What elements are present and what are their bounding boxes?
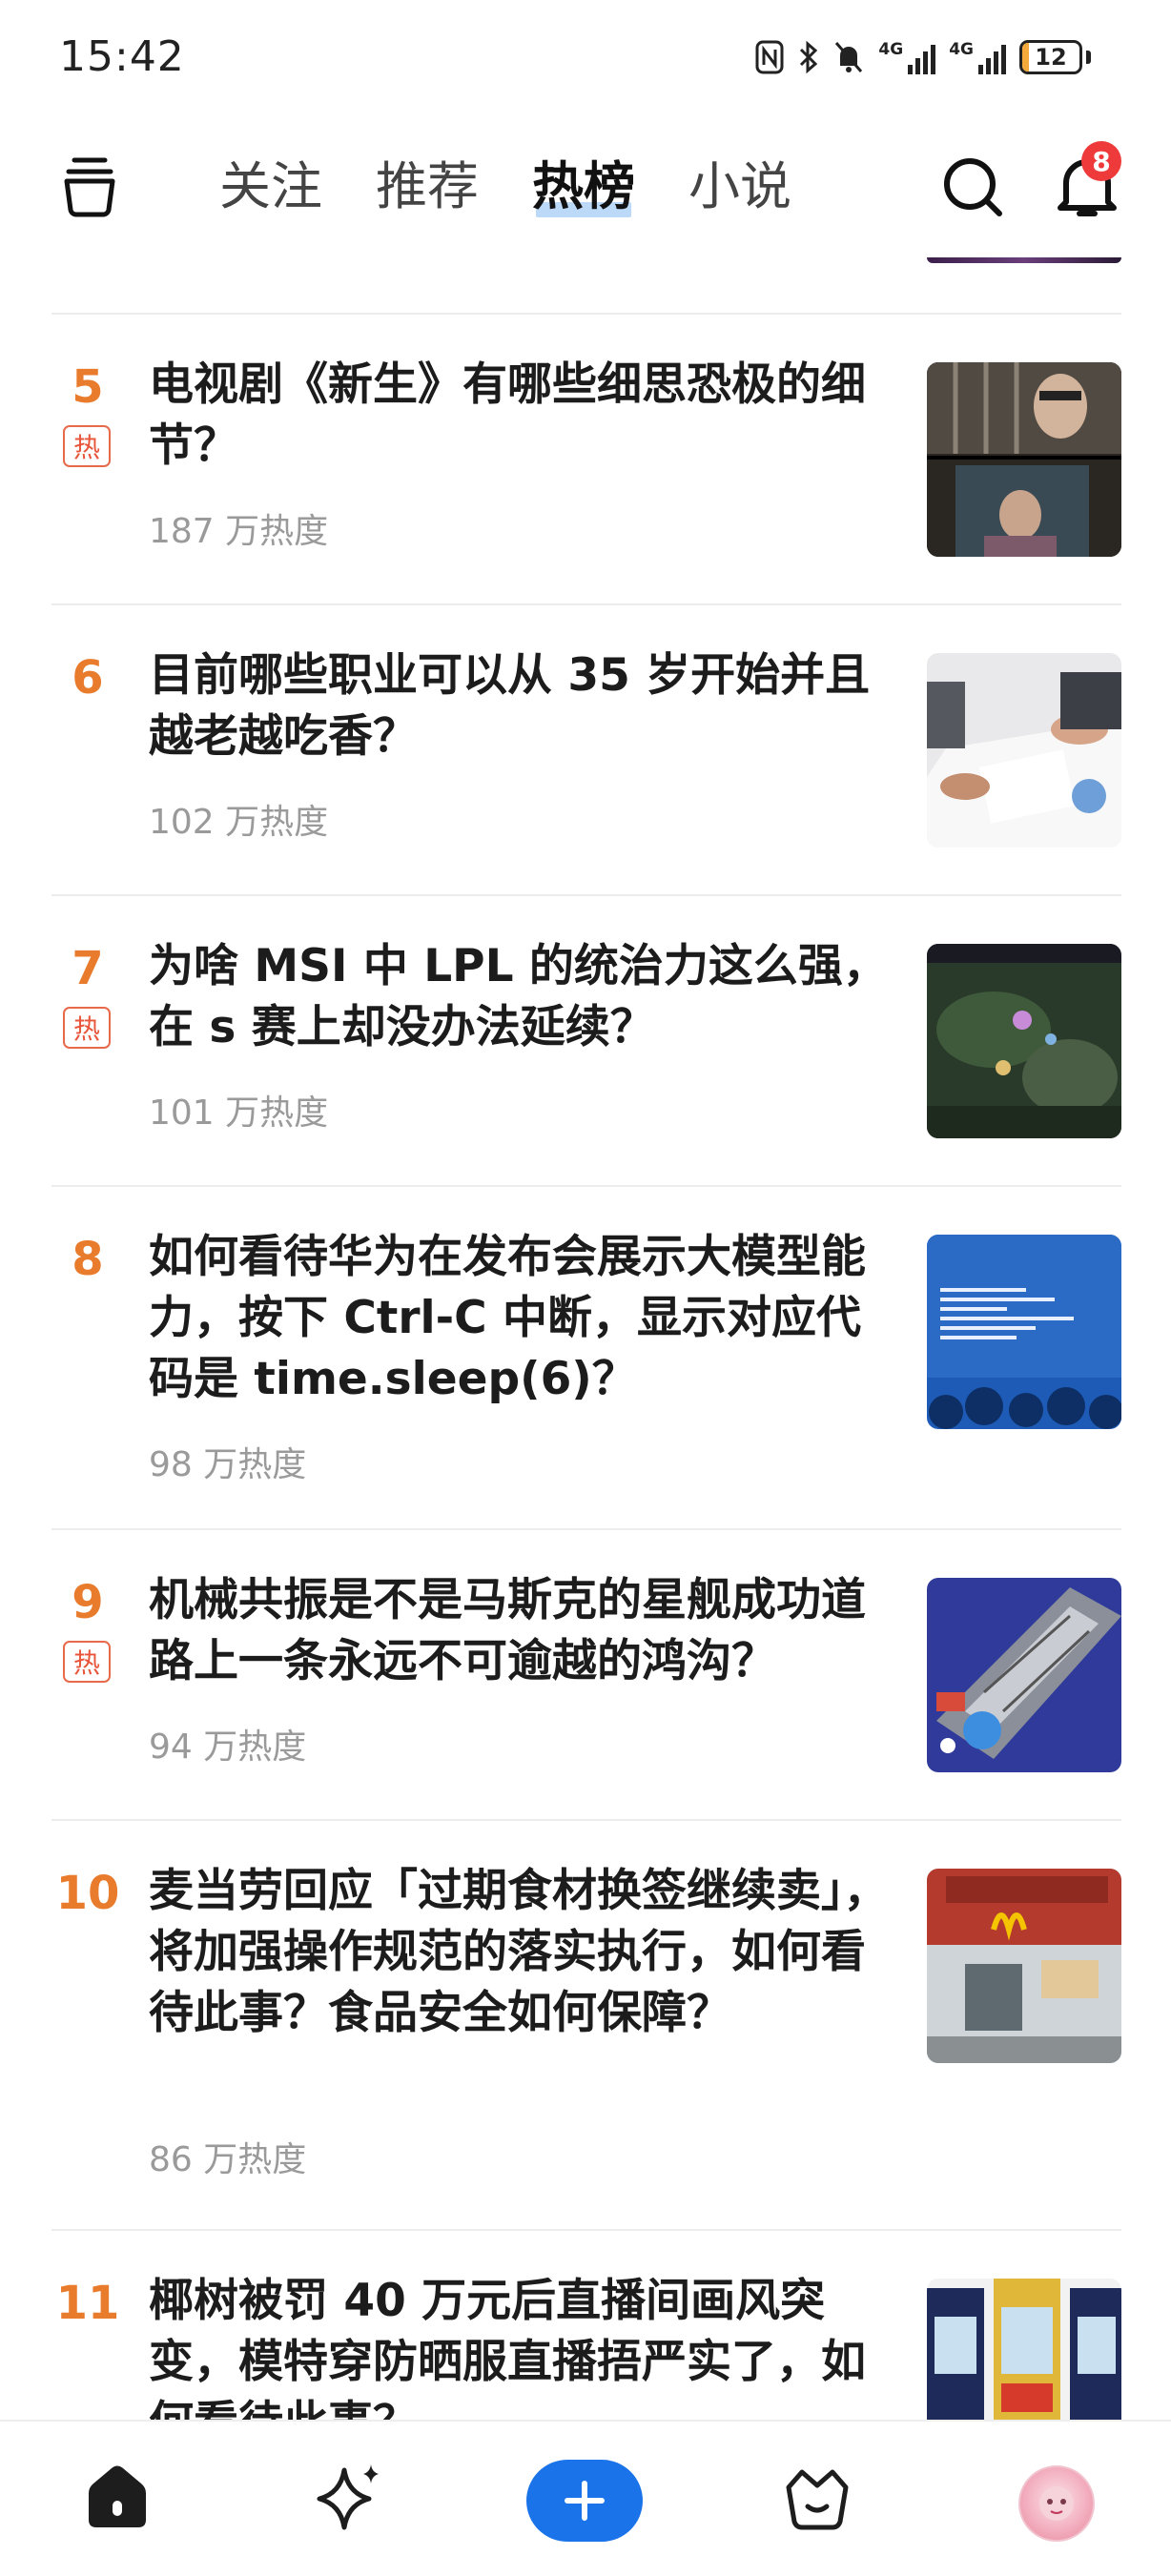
sparkle-icon — [317, 2464, 379, 2530]
thumbnail-image[interactable] — [927, 2279, 1121, 2420]
notification-badge: 8 — [1081, 141, 1121, 181]
rank-number: 8 — [72, 1233, 104, 1286]
heat-count: 98 万热度 — [149, 1445, 307, 1484]
thumbnail-image[interactable] — [927, 653, 1121, 848]
bluetooth-icon — [800, 40, 818, 74]
rank-number: 7 — [72, 942, 104, 995]
list-item[interactable]: 11 椰树被罚 40 万元后直播间画风突变，模特穿防晒服直播捂严实了，如何看待此… — [0, 2231, 1171, 2420]
tab-hot-list[interactable]: 热榜 — [532, 153, 635, 221]
plus-icon — [565, 2481, 605, 2521]
signal-icon: 4G — [878, 40, 936, 74]
heat-count: 101 万热度 — [149, 1094, 329, 1133]
previous-item-thumbnail[interactable] — [927, 257, 1121, 263]
nav-home[interactable] — [74, 2454, 160, 2540]
nav-discover[interactable] — [307, 2454, 393, 2540]
thumbnail-image[interactable] — [927, 944, 1121, 1138]
hot-badge: 热 — [63, 425, 111, 467]
hot-badge: 热 — [63, 1007, 111, 1049]
rank-number: 10 — [55, 1867, 120, 1920]
heat-count: 102 万热度 — [149, 803, 329, 842]
question-title[interactable]: 麦当劳回应「过期食材换签继续卖」，将加强操作规范的落实执行，如何看待此事？食品安… — [149, 1861, 893, 2044]
tab-novel[interactable]: 小说 — [688, 153, 791, 221]
hot-badge: 热 — [63, 1641, 111, 1683]
top-header: 关注 推荐 热榜 小说 — [0, 114, 1171, 257]
question-title[interactable]: 电视剧《新生》有哪些细思恐极的细节？ — [149, 355, 893, 477]
feed-tabs: 关注 推荐 热榜 小说 — [219, 153, 791, 221]
avatar[interactable] — [1018, 2465, 1095, 2542]
list-item[interactable]: 10 麦当劳回应「过期食材换签继续卖」，将加强操作规范的落实执行，如何看待此事？… — [0, 1821, 1171, 2231]
list-item[interactable]: 8 如何看待华为在发布会展示大模型能力，按下 Ctrl-C 中断，显示对应代码是… — [0, 1187, 1171, 1530]
question-title[interactable]: 为啥 MSI 中 LPL 的统治力这么强，在 s 赛上却没办法延续？ — [149, 936, 893, 1058]
thumbnail-image[interactable] — [927, 1235, 1121, 1429]
mute-bell-icon — [835, 42, 863, 72]
battery-tip — [1086, 51, 1091, 64]
question-title[interactable]: 如何看待华为在发布会展示大模型能力，按下 Ctrl-C 中断，显示对应代码是 t… — [149, 1227, 893, 1410]
list-item[interactable]: 9 热 机械共振是不是马斯克的星舰成功道路上一条永远不可逾越的鸿沟？ 94 万热… — [0, 1530, 1171, 1821]
heat-count: 86 万热度 — [149, 2140, 307, 2179]
thumbnail-image[interactable] — [927, 362, 1121, 557]
create-button[interactable] — [526, 2460, 643, 2542]
nav-vip[interactable] — [774, 2454, 860, 2540]
thumbnail-image[interactable] — [927, 1869, 1121, 2063]
heat-count: 187 万热度 — [149, 512, 329, 551]
question-title[interactable]: 目前哪些职业可以从 35 岁开始并且越老越吃香？ — [149, 645, 893, 767]
heat-count: 94 万热度 — [149, 1728, 307, 1767]
thumbnail-image[interactable] — [927, 1578, 1121, 1772]
list-item[interactable]: 6 目前哪些职业可以从 35 岁开始并且越老越吃香？ 102 万热度 — [0, 605, 1171, 896]
list-item[interactable]: 7 热 为啥 MSI 中 LPL 的统治力这么强，在 s 赛上却没办法延续？ 1… — [0, 896, 1171, 1187]
hot-list: 5 热 电视剧《新生》有哪些细思恐极的细节？ 187 万热度 6 目前哪些职业可… — [0, 257, 1171, 2420]
bottom-nav — [0, 2420, 1171, 2576]
rank-number: 11 — [55, 2277, 120, 2330]
status-bar: 15:42 4G 4G 12 — [0, 0, 1171, 114]
battery-icon: 12 — [1019, 40, 1082, 74]
list-item[interactable]: 5 热 电视剧《新生》有哪些细思恐极的细节？ 187 万热度 — [0, 315, 1171, 605]
nfc-icon — [755, 40, 784, 74]
status-time: 15:42 — [59, 32, 185, 81]
status-icons: 4G 4G 12 — [754, 34, 1091, 80]
signal-icon: 4G — [949, 40, 1006, 74]
rank-number: 6 — [72, 651, 104, 705]
rank-number: 5 — [72, 360, 104, 414]
menu-cup-icon[interactable] — [61, 156, 118, 217]
rank-number: 9 — [72, 1576, 104, 1629]
tab-follow[interactable]: 关注 — [219, 153, 322, 221]
home-icon — [89, 2465, 146, 2527]
search-icon[interactable] — [938, 153, 1007, 221]
tab-recommend[interactable]: 推荐 — [376, 153, 479, 221]
question-title[interactable]: 椰树被罚 40 万元后直播间画风突变，模特穿防晒服直播捂严实了，如何看待此事？ — [149, 2271, 893, 2420]
question-title[interactable]: 机械共振是不是马斯克的星舰成功道路上一条永远不可逾越的鸿沟？ — [149, 1570, 893, 1692]
basket-icon — [786, 2469, 849, 2530]
